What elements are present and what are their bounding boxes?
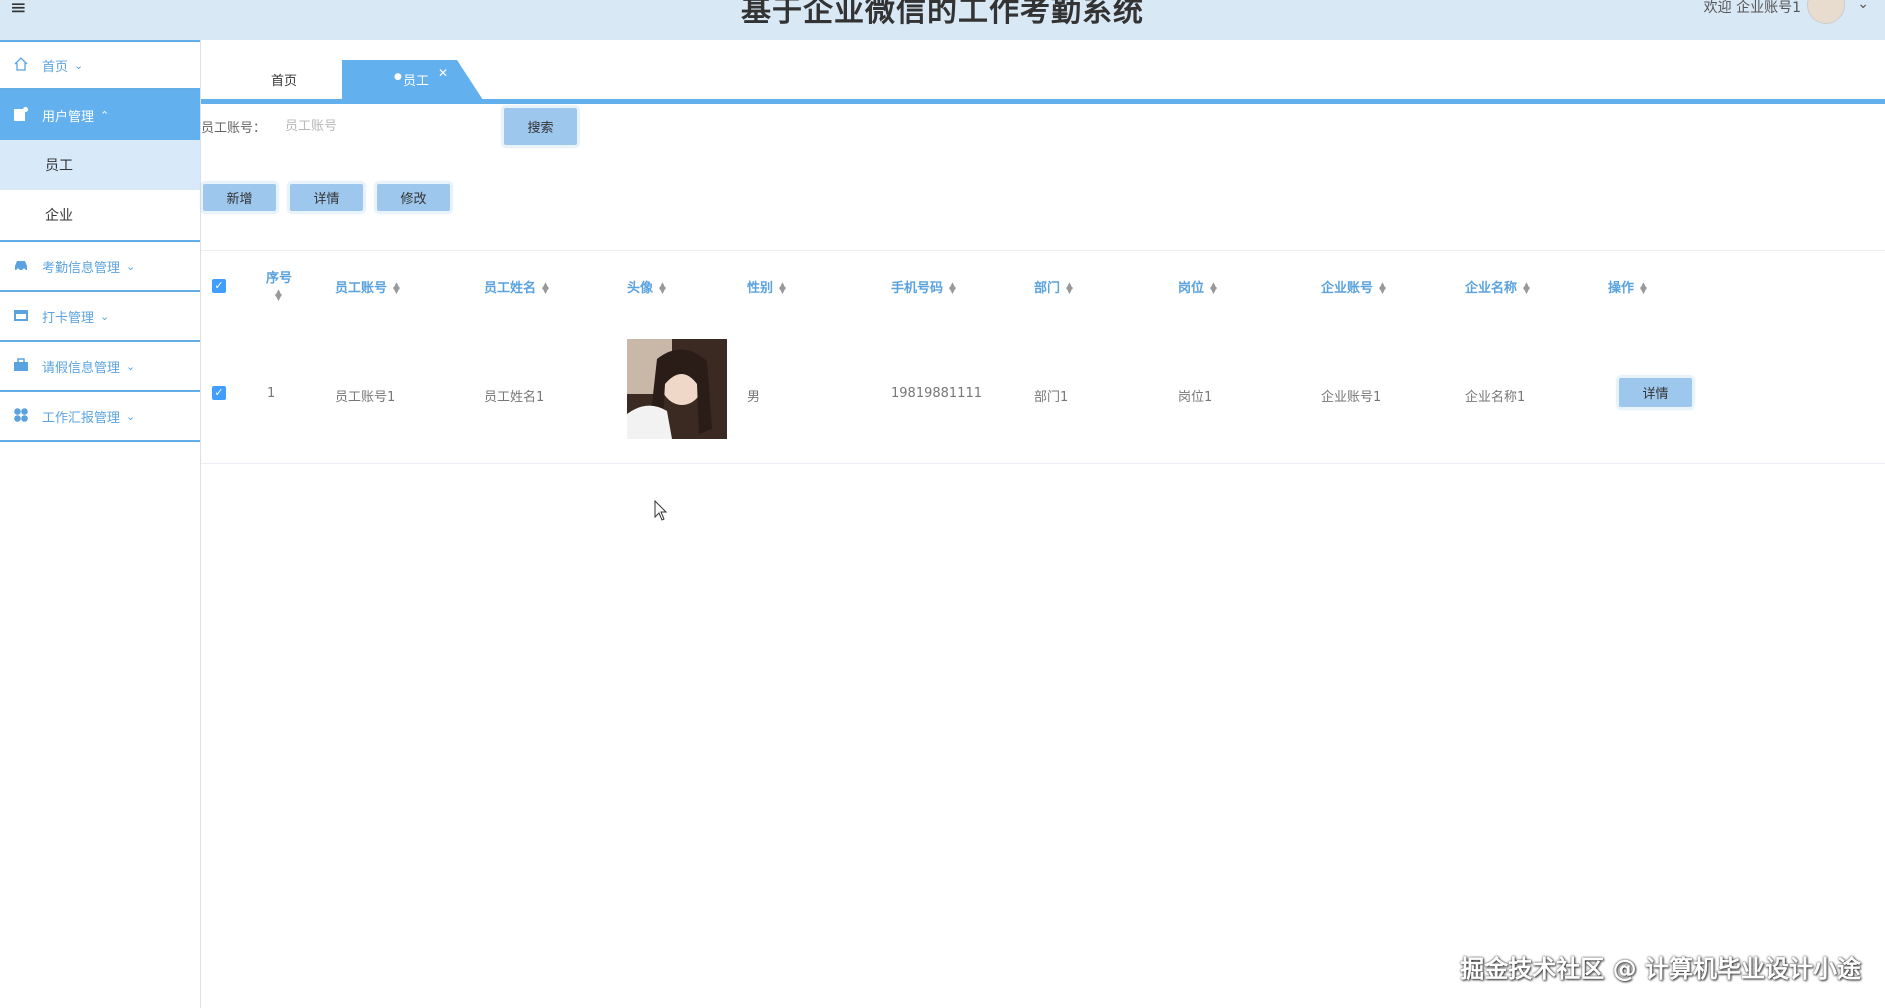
cell-name: 员工姓名1 <box>484 390 545 405</box>
employee-avatar-photo <box>627 339 727 439</box>
cell-company-name: 企业名称1 <box>1465 390 1526 405</box>
chevron-down-icon: ⌄ <box>100 309 110 323</box>
active-dot-icon: ● <box>394 72 402 82</box>
sidebar-item-label: 工作汇报管理 <box>42 410 121 426</box>
sidebar-item-attendance[interactable]: 考勤信息管理 ⌄ <box>0 242 200 292</box>
sort-icon[interactable]: ▲ ▼ <box>542 281 549 295</box>
column-header-position[interactable]: 岗位 ▲ ▼ <box>1178 277 1217 296</box>
tab-bar: 首页 ● 员工 ✕ <box>201 60 1885 104</box>
sidebar-item-label: 用户管理 <box>42 109 95 125</box>
row-detail-button[interactable]: 详情 <box>1617 376 1694 409</box>
chevron-down-icon: ⌄ <box>74 58 84 72</box>
top-header: ≡ 基于企业微信的工作考勤系统 欢迎 企业账号1 ⌄ <box>0 0 1885 40</box>
column-header-index[interactable]: 序号 ▲ ▼ <box>266 267 292 302</box>
sidebar-item-home[interactable]: 首页 ⌄ <box>0 40 200 90</box>
sidebar-item-label: 考勤信息管理 <box>42 260 121 276</box>
sort-icon[interactable]: ▲ ▼ <box>1379 281 1386 295</box>
sidebar-item-checkin[interactable]: 打卡管理 ⌄ <box>0 292 200 342</box>
search-label: 员工账号： <box>201 121 267 136</box>
column-header-company-name[interactable]: 企业名称 ▲ ▼ <box>1465 277 1530 296</box>
chevron-down-icon: ⌄ <box>126 409 136 423</box>
sort-icon[interactable]: ▲ ▼ <box>1210 281 1217 295</box>
sidebar-subitem-employee[interactable]: 员工 <box>0 140 200 190</box>
sidebar-item-user-management[interactable]: 用户管理 ⌃ <box>0 90 200 140</box>
column-header-avatar[interactable]: 头像 ▲ ▼ <box>627 277 666 296</box>
car-icon <box>12 257 30 275</box>
sort-icon[interactable]: ▲ ▼ <box>949 281 956 295</box>
cell-account: 员工账号1 <box>335 390 396 405</box>
column-header-account[interactable]: 员工账号 ▲ ▼ <box>335 277 400 296</box>
chevron-down-icon: ⌄ <box>126 259 136 273</box>
app-title: 基于企业微信的工作考勤系统 <box>741 0 1144 29</box>
column-header-company-account[interactable]: 企业账号 ▲ ▼ <box>1321 277 1386 296</box>
sidebar-item-leave[interactable]: 请假信息管理 ⌄ <box>0 342 200 392</box>
sort-icon[interactable]: ▲ ▼ <box>1523 281 1530 295</box>
sidebar: 首页 ⌄ 用户管理 ⌃ 员工 企业 考勤信息管理 ⌄ 打卡管理 ⌄ 请假信息管理… <box>0 40 201 1008</box>
search-button[interactable]: 搜索 <box>502 106 579 147</box>
sort-icon[interactable]: ▲ ▼ <box>393 281 400 295</box>
sort-icon[interactable]: ▲ ▼ <box>275 288 282 302</box>
tab-label: 员工 <box>403 74 430 89</box>
cell-position: 岗位1 <box>1178 390 1213 405</box>
employee-account-search-input[interactable] <box>283 110 497 142</box>
cell-department: 部门1 <box>1034 390 1069 405</box>
mouse-cursor-icon <box>654 499 668 526</box>
cell-company-account: 企业账号1 <box>1321 390 1382 405</box>
sort-icon[interactable]: ▲ ▼ <box>1066 281 1073 295</box>
chevron-down-icon[interactable]: ⌄ <box>1857 0 1869 12</box>
column-header-department[interactable]: 部门 ▲ ▼ <box>1034 277 1073 296</box>
calendar-icon <box>12 307 30 325</box>
cell-phone: 19819881111 <box>891 386 982 401</box>
column-header-phone[interactable]: 手机号码 ▲ ▼ <box>891 277 956 296</box>
column-header-gender[interactable]: 性别 ▲ ▼ <box>747 277 786 296</box>
sidebar-item-report[interactable]: 工作汇报管理 ⌄ <box>0 392 200 442</box>
add-button[interactable]: 新增 <box>201 182 278 213</box>
sort-icon[interactable]: ▲ ▼ <box>1640 281 1647 295</box>
edit-button[interactable]: 修改 <box>375 182 452 213</box>
cell-gender: 男 <box>747 390 761 405</box>
detail-button[interactable]: 详情 <box>288 182 365 213</box>
sidebar-item-label: 请假信息管理 <box>42 360 121 376</box>
column-header-name[interactable]: 员工姓名 ▲ ▼ <box>484 277 549 296</box>
select-all-checkbox[interactable]: ✓ <box>212 279 226 293</box>
chevron-up-icon: ⌃ <box>100 108 110 122</box>
chevron-down-icon: ⌄ <box>126 359 136 373</box>
welcome-text: 欢迎 企业账号1 <box>1703 0 1801 16</box>
sort-icon[interactable]: ▲ ▼ <box>779 281 786 295</box>
cell-index: 1 <box>267 386 276 401</box>
tab-home[interactable]: 首页 <box>271 70 297 89</box>
column-header-action[interactable]: 操作 ▲ ▼ <box>1608 277 1647 296</box>
grid-icon <box>12 407 30 425</box>
sidebar-subitem-company[interactable]: 企业 <box>0 190 200 240</box>
submenu-user-management: 员工 企业 <box>0 140 200 242</box>
user-icon <box>12 106 30 124</box>
tab-employee[interactable]: ● 员工 ✕ <box>342 60 483 100</box>
employee-table: ✓ 序号 ▲ ▼ 员工账号 ▲ ▼ 员工姓名 ▲ ▼ 头像 ▲ ▼ 性别 ▲ ▼ 手机号码 ▲ ▼ 部… <box>201 250 1885 464</box>
home-icon <box>12 56 30 74</box>
sort-icon[interactable]: ▲ ▼ <box>659 281 666 295</box>
briefcase-icon <box>12 357 30 375</box>
tab-underline <box>201 99 1885 104</box>
watermark: 掘金技术社区 @ 计算机毕业设计小途 <box>1460 955 1861 983</box>
close-icon[interactable]: ✕ <box>438 66 448 80</box>
sidebar-item-label: 首页 <box>42 59 69 75</box>
sidebar-item-label: 打卡管理 <box>42 310 95 326</box>
row-checkbox[interactable]: ✓ <box>212 386 226 400</box>
